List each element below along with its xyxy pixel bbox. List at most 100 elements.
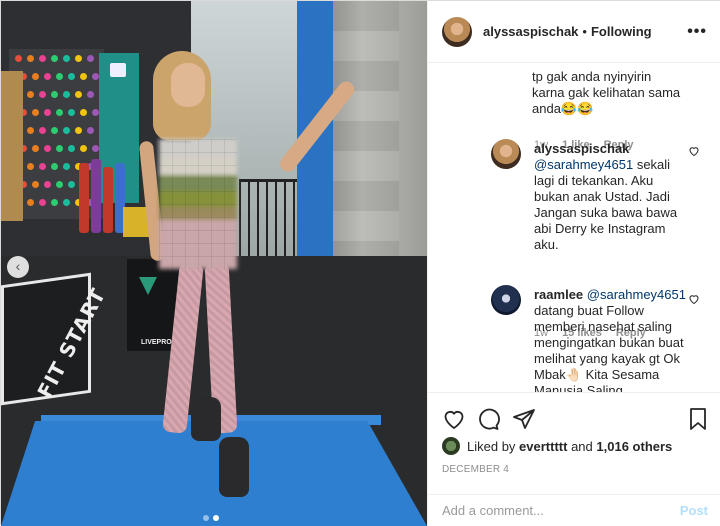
face bbox=[171, 63, 205, 107]
comments-list[interactable]: tp gak anda nyinyirin karna gak kelihata… bbox=[428, 63, 720, 393]
climbing-hold bbox=[63, 199, 70, 206]
right-shoe bbox=[219, 437, 249, 497]
chevron-left-icon: ‹ bbox=[15, 258, 21, 274]
following-button[interactable]: Following bbox=[591, 24, 652, 39]
share-send-icon[interactable] bbox=[512, 407, 536, 431]
climbing-hold bbox=[39, 199, 46, 206]
climbing-hold bbox=[51, 55, 58, 62]
roller bbox=[91, 159, 101, 233]
roller bbox=[79, 163, 89, 233]
climbing-hold bbox=[51, 91, 58, 98]
avatar[interactable] bbox=[442, 16, 472, 47]
climbing-hold bbox=[56, 181, 63, 188]
climbing-hold bbox=[92, 145, 99, 152]
roller bbox=[103, 167, 113, 233]
climbing-hold bbox=[51, 127, 58, 134]
climbing-hold bbox=[44, 145, 51, 152]
add-comment-input[interactable] bbox=[442, 503, 680, 518]
climbing-hold bbox=[75, 55, 82, 62]
climbing-hold bbox=[92, 73, 99, 80]
climbing-hold bbox=[63, 163, 70, 170]
climbing-hold bbox=[68, 73, 75, 80]
climbing-hold bbox=[87, 127, 94, 134]
likes-suffix: and bbox=[571, 438, 593, 454]
wall-logo bbox=[110, 63, 126, 77]
comment-mention[interactable]: @sarahmey4651 bbox=[534, 157, 633, 172]
carousel-dot bbox=[203, 515, 209, 521]
climbing-hold bbox=[27, 55, 34, 62]
post-button[interactable]: Post bbox=[680, 503, 708, 518]
climbing-hold bbox=[80, 145, 87, 152]
post-sidebar: alyssaspischak • Following ••• tp gak an… bbox=[427, 1, 720, 526]
climbing-hold bbox=[44, 109, 51, 116]
climbing-hold bbox=[68, 145, 75, 152]
heart-icon[interactable] bbox=[688, 145, 700, 157]
carousel-dots bbox=[203, 515, 219, 521]
climbing-hold bbox=[75, 127, 82, 134]
climbing-hold bbox=[44, 73, 51, 80]
carousel-dot-active bbox=[213, 515, 219, 521]
comment-body: raamlee @sarahmey4651 datang buat Follow… bbox=[534, 287, 694, 393]
climbing-hold bbox=[80, 73, 87, 80]
climbing-hold bbox=[51, 163, 58, 170]
comment-item: tp gak anda nyinyirin karna gak kelihata… bbox=[428, 69, 720, 151]
header-separator: • bbox=[582, 24, 587, 39]
post-date[interactable]: DECEMBER 4 bbox=[442, 464, 509, 475]
climbing-hold bbox=[92, 109, 99, 116]
like-heart-icon[interactable] bbox=[442, 407, 466, 431]
comment-mention[interactable]: @sarahmey4651 bbox=[587, 287, 686, 302]
comment-bubble-icon[interactable] bbox=[476, 407, 500, 431]
pixelation-overlay bbox=[159, 139, 237, 269]
climbing-hold bbox=[56, 109, 63, 116]
liker-username[interactable]: everttttt bbox=[519, 439, 567, 454]
climbing-hold bbox=[27, 91, 34, 98]
wood-panel bbox=[1, 71, 23, 221]
comment-text: tp gak anda nyinyirin karna gak kelihata… bbox=[532, 69, 681, 116]
bookmark-icon[interactable] bbox=[686, 407, 710, 431]
climbing-hold bbox=[27, 127, 34, 134]
instagram-post-window: FIT START LIVEPRO ‹ alyssaspischak • Fol… bbox=[0, 0, 720, 526]
climbing-hold bbox=[63, 55, 70, 62]
comment-username[interactable]: raamlee bbox=[534, 287, 583, 302]
climbing-hold bbox=[56, 145, 63, 152]
climbing-hold bbox=[44, 181, 51, 188]
climbing-hold bbox=[56, 73, 63, 80]
person bbox=[138, 51, 358, 506]
likes-prefix: Liked by bbox=[467, 438, 516, 454]
more-horizontal-icon[interactable]: ••• bbox=[687, 23, 707, 41]
add-comment-bar: Post bbox=[428, 494, 720, 526]
likes-others-link[interactable]: 1,016 others bbox=[596, 439, 672, 454]
avatar[interactable] bbox=[491, 285, 521, 315]
liker-avatar[interactable] bbox=[442, 437, 460, 455]
climbing-hold bbox=[27, 163, 34, 170]
climbing-hold bbox=[68, 181, 75, 188]
post-header: alyssaspischak • Following ••• bbox=[428, 1, 720, 63]
comment-username[interactable]: alyssaspischak bbox=[534, 141, 629, 156]
climbing-hold bbox=[39, 163, 46, 170]
climbing-hold bbox=[15, 55, 22, 62]
climbing-hold bbox=[32, 73, 39, 80]
climbing-hold bbox=[39, 127, 46, 134]
climbing-hold bbox=[32, 109, 39, 116]
avatar[interactable] bbox=[491, 139, 521, 169]
climbing-hold bbox=[32, 145, 39, 152]
likes-summary: Liked by everttttt and 1,016 others bbox=[442, 437, 672, 455]
climbing-hold bbox=[80, 109, 87, 116]
post-photo[interactable]: FIT START LIVEPRO ‹ bbox=[1, 1, 427, 526]
climbing-hold bbox=[27, 199, 34, 206]
climbing-hold bbox=[68, 109, 75, 116]
post-actions bbox=[428, 401, 720, 435]
heart-icon[interactable] bbox=[688, 293, 700, 305]
climbing-hold bbox=[63, 91, 70, 98]
carousel-prev-button[interactable]: ‹ bbox=[7, 256, 29, 278]
comment-text: datang buat Follow memberi nasehat salin… bbox=[534, 303, 684, 393]
climbing-hold bbox=[87, 55, 94, 62]
climbing-hold bbox=[63, 127, 70, 134]
climbing-hold bbox=[39, 91, 46, 98]
climbing-hold bbox=[87, 91, 94, 98]
left-shoe bbox=[191, 397, 221, 441]
climbing-hold bbox=[51, 199, 58, 206]
comment-body: alyssaspischak @sarahmey4651 sekali lagi… bbox=[534, 141, 684, 253]
climbing-hold bbox=[39, 55, 46, 62]
header-username[interactable]: alyssaspischak bbox=[483, 24, 578, 39]
